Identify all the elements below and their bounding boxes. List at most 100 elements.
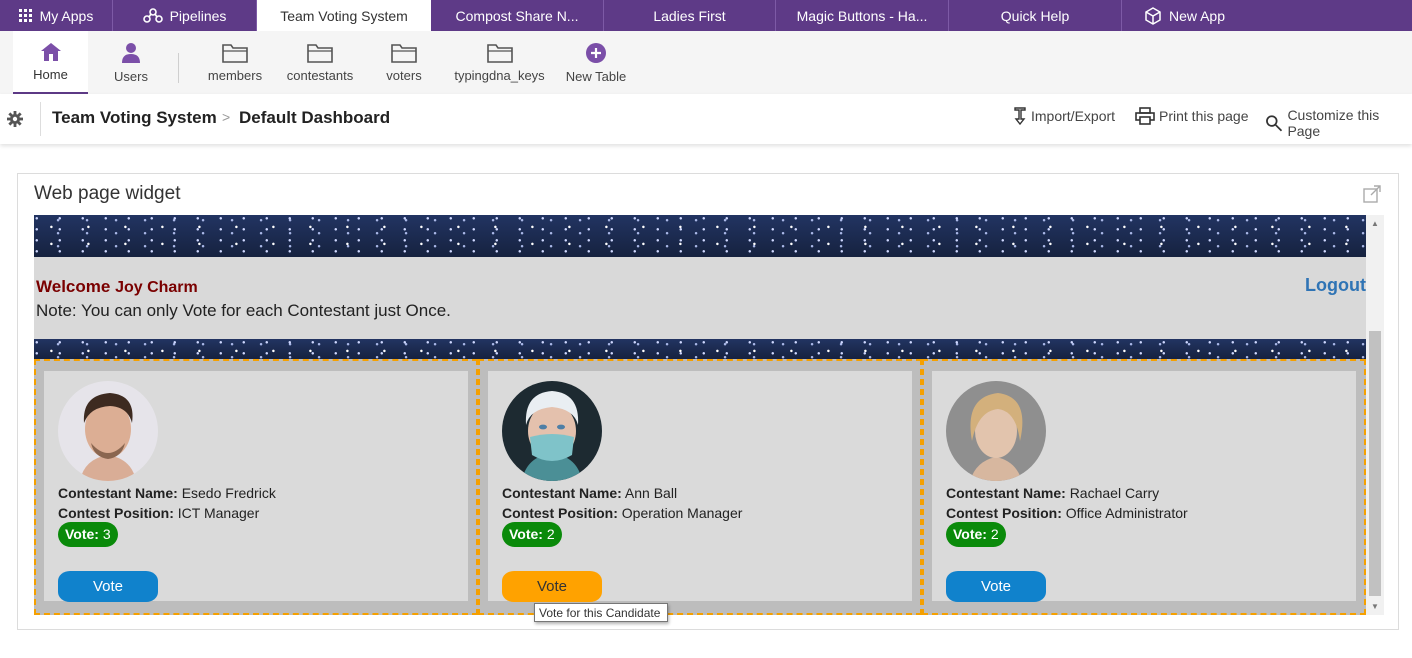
name-label: Contestant Name: bbox=[946, 485, 1066, 501]
embedded-voting-page: Welcome Joy Charm Note: You can only Vot… bbox=[34, 215, 1384, 615]
vote-count-label: Vote: bbox=[509, 526, 543, 542]
tab-label: Compost Share N... bbox=[455, 7, 579, 24]
position-label: Contest Position: bbox=[502, 505, 618, 521]
contestant-name: Esedo Fredrick bbox=[181, 485, 276, 501]
contestant-card: Contestant Name: Rachael Carry Contest P… bbox=[922, 359, 1366, 615]
folder-icon bbox=[486, 43, 513, 63]
breadcrumb-separator: > bbox=[222, 109, 231, 125]
breadcrumb-app[interactable]: Team Voting System bbox=[52, 108, 217, 128]
vote-button[interactable]: Vote bbox=[58, 571, 158, 602]
contestant-photo bbox=[58, 381, 158, 481]
vote-button[interactable]: Vote bbox=[946, 571, 1046, 602]
cube-icon bbox=[1144, 6, 1162, 25]
tab-label: Quick Help bbox=[1000, 7, 1070, 24]
import-export-label: Import/Export bbox=[1031, 108, 1116, 124]
card-body: Contestant Name: Esedo Fredrick Contest … bbox=[44, 371, 468, 602]
home-button[interactable]: Home bbox=[13, 31, 88, 94]
tab-quick-help[interactable]: Quick Help bbox=[949, 0, 1122, 31]
contestant-info: Contestant Name: Ann Ball Contest Positi… bbox=[502, 483, 742, 523]
tab-ladies-first[interactable]: Ladies First bbox=[604, 0, 776, 31]
vote-tooltip: Vote for this Candidate bbox=[534, 603, 668, 622]
vote-count-label: Vote: bbox=[953, 526, 987, 542]
contestant-photo bbox=[502, 381, 602, 481]
contestant-info: Contestant Name: Rachael Carry Contest P… bbox=[946, 483, 1188, 523]
printer-icon bbox=[1135, 107, 1155, 125]
magnifier-wrench-icon bbox=[1266, 115, 1283, 132]
scroll-down-arrow-icon[interactable]: ▼ bbox=[1371, 602, 1379, 611]
folder-icon bbox=[222, 43, 248, 63]
table-label: typingdna_keys bbox=[454, 67, 545, 83]
welcome-text: Welcome Joy Charm bbox=[36, 277, 198, 297]
tab-label: Team Voting System bbox=[280, 7, 408, 24]
new-table-button[interactable]: New Table bbox=[560, 31, 632, 94]
vote-count: 2 bbox=[990, 526, 999, 542]
plus-circle-icon bbox=[586, 42, 606, 63]
starfield-banner bbox=[34, 215, 1366, 257]
home-label: Home bbox=[33, 66, 68, 82]
logout-link[interactable]: Logout bbox=[1305, 275, 1366, 296]
contestant-position: ICT Manager bbox=[177, 505, 260, 521]
vote-count-badge: Vote: 2 bbox=[946, 522, 1006, 547]
print-page-button[interactable]: Print this page bbox=[1135, 107, 1249, 125]
tab-new-app[interactable]: New App bbox=[1122, 0, 1247, 31]
contestant-name: Ann Ball bbox=[624, 485, 678, 501]
tab-pipelines[interactable]: Pipelines bbox=[113, 0, 257, 31]
users-button[interactable]: Users bbox=[96, 31, 166, 94]
vote-count-badge: Vote: 2 bbox=[502, 522, 562, 547]
contestant-photo bbox=[946, 381, 1046, 481]
table-members[interactable]: members bbox=[200, 31, 270, 94]
pipelines-icon bbox=[142, 7, 163, 24]
breadcrumb-divider bbox=[40, 102, 41, 136]
table-label: members bbox=[207, 67, 263, 83]
position-label: Contest Position: bbox=[58, 505, 174, 521]
position-label: Contest Position: bbox=[946, 505, 1062, 521]
table-toolbar: Home Users members contestants voters ty… bbox=[0, 31, 1412, 94]
welcome-prefix: Welcome bbox=[36, 277, 116, 296]
scroll-up-arrow-icon[interactable]: ▲ bbox=[1371, 219, 1379, 228]
contestant-card: Contestant Name: Ann Ball Contest Positi… bbox=[478, 359, 922, 615]
table-voters[interactable]: voters bbox=[372, 31, 436, 94]
welcome-panel: Welcome Joy Charm Note: You can only Vot… bbox=[34, 257, 1366, 339]
vote-count: 2 bbox=[546, 526, 555, 542]
folder-icon bbox=[307, 43, 333, 63]
contestant-position: Office Administrator bbox=[1065, 505, 1188, 521]
table-label: voters bbox=[386, 67, 422, 83]
folder-icon bbox=[391, 43, 417, 63]
tab-label: New App bbox=[1168, 7, 1226, 24]
welcome-user-name: Joy Charm bbox=[115, 279, 198, 296]
new-table-label: New Table bbox=[565, 68, 627, 84]
contestant-name: Rachael Carry bbox=[1069, 485, 1160, 501]
tab-my-apps[interactable]: My Apps bbox=[0, 0, 113, 31]
table-typingdna-keys[interactable]: typingdna_keys bbox=[451, 31, 548, 94]
customize-page-button[interactable]: Customize this Page bbox=[1265, 107, 1412, 139]
table-contestants[interactable]: contestants bbox=[282, 31, 358, 94]
name-label: Contestant Name: bbox=[502, 485, 622, 501]
frame-scrollbar[interactable]: ▲ ▼ bbox=[1366, 215, 1384, 615]
tab-compost-share[interactable]: Compost Share N... bbox=[431, 0, 604, 31]
vote-count: 3 bbox=[102, 526, 111, 542]
gear-icon[interactable] bbox=[6, 110, 24, 133]
toolbar-divider bbox=[178, 53, 179, 83]
tab-label: Ladies First bbox=[653, 7, 726, 24]
contestant-card: Contestant Name: Esedo Fredrick Contest … bbox=[34, 359, 478, 615]
contestant-cards: Contestant Name: Esedo Fredrick Contest … bbox=[34, 359, 1366, 615]
breadcrumb-page: Default Dashboard bbox=[239, 108, 391, 127]
card-body: Contestant Name: Ann Ball Contest Positi… bbox=[488, 371, 912, 602]
customize-page-label: Customize this Page bbox=[1287, 107, 1380, 139]
import-export-button[interactable]: Import/Export bbox=[1013, 107, 1115, 125]
expand-icon[interactable] bbox=[1363, 185, 1381, 208]
grid-icon bbox=[18, 8, 33, 23]
tab-magic-buttons[interactable]: Magic Buttons - Ha... bbox=[776, 0, 949, 31]
vote-button[interactable]: Vote bbox=[502, 571, 602, 602]
tab-team-voting-system[interactable]: Team Voting System bbox=[257, 0, 431, 31]
import-export-icon bbox=[1014, 107, 1026, 125]
contestant-position: Operation Manager bbox=[621, 505, 743, 521]
name-label: Contestant Name: bbox=[58, 485, 178, 501]
app-tab-bar: My Apps Pipelines Team Voting System Com… bbox=[0, 0, 1412, 31]
breadcrumb-bar: Team Voting System > Default Dashboard I… bbox=[0, 94, 1412, 144]
scrollbar-thumb[interactable] bbox=[1369, 331, 1381, 596]
users-label: Users bbox=[114, 68, 148, 84]
user-icon bbox=[122, 42, 140, 63]
tab-label: My Apps bbox=[39, 7, 94, 24]
print-page-label: Print this page bbox=[1159, 108, 1249, 124]
